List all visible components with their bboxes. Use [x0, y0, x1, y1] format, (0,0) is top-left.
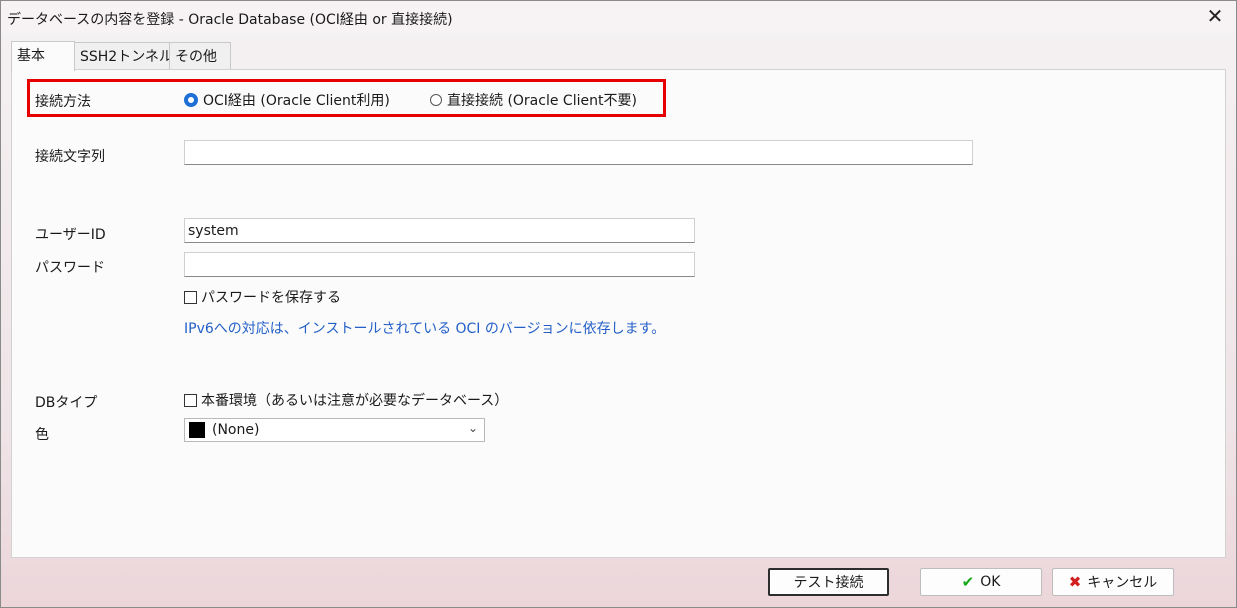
chevron-down-icon: ⌄	[467, 421, 478, 435]
password-label: パスワード	[35, 260, 105, 276]
color-select-value: (None)	[212, 422, 260, 438]
tab-basic[interactable]: 基本	[11, 41, 75, 71]
window-title: データベースの内容を登録 - Oracle Database (OCI経由 or…	[7, 12, 453, 28]
radio-direct-label: 直接接続 (Oracle Client不要)	[447, 93, 637, 109]
test-connection-label: テスト接続	[793, 575, 864, 591]
production-checkbox[interactable]: 本番環境（あるいは注意が必要なデータベース）	[184, 390, 508, 410]
ok-button[interactable]: ✔ OK	[920, 568, 1042, 596]
production-label: 本番環境（あるいは注意が必要なデータベース）	[201, 393, 509, 409]
db-type-label: DBタイプ	[35, 395, 98, 411]
color-swatch	[189, 422, 205, 438]
title-bar: データベースの内容を登録 - Oracle Database (OCI経由 or…	[1, 1, 1236, 33]
color-select[interactable]: (None) ⌄	[184, 418, 485, 442]
radio-checked-icon	[184, 93, 198, 107]
user-id-input[interactable]: system	[184, 218, 695, 243]
test-connection-button[interactable]: テスト接続	[768, 568, 889, 596]
tab-ssh2-tunnel[interactable]: SSH2トンネル	[74, 42, 178, 70]
radio-unchecked-icon	[430, 94, 442, 106]
cancel-button[interactable]: ✖ キャンセル	[1052, 568, 1174, 596]
connection-string-input[interactable]	[184, 140, 973, 165]
ok-label: OK	[980, 574, 1001, 590]
save-password-label: パスワードを保存する	[201, 290, 341, 306]
connection-string-label: 接続文字列	[35, 149, 105, 165]
ipv6-note: IPv6への対応は、インストールされている OCI のバージョンに依存します。	[184, 321, 666, 337]
checkbox-icon	[184, 290, 197, 304]
radio-oci-label: OCI経由 (Oracle Client利用)	[203, 93, 390, 109]
checkbox-icon	[184, 393, 197, 407]
cancel-label: キャンセル	[1087, 575, 1158, 591]
close-icon[interactable]: ✕	[1204, 4, 1226, 28]
password-input[interactable]	[184, 252, 695, 277]
radio-direct[interactable]: 直接接続 (Oracle Client不要)	[430, 90, 637, 110]
connection-method-label: 接続方法	[35, 94, 91, 110]
save-password-checkbox[interactable]: パスワードを保存する	[184, 287, 341, 307]
user-id-label: ユーザーID	[35, 227, 106, 243]
cross-icon: ✖	[1068, 573, 1082, 591]
color-label: 色	[35, 427, 49, 443]
radio-oci[interactable]: OCI経由 (Oracle Client利用)	[184, 90, 390, 110]
check-icon: ✔	[961, 573, 975, 591]
tab-other[interactable]: その他	[169, 42, 231, 70]
